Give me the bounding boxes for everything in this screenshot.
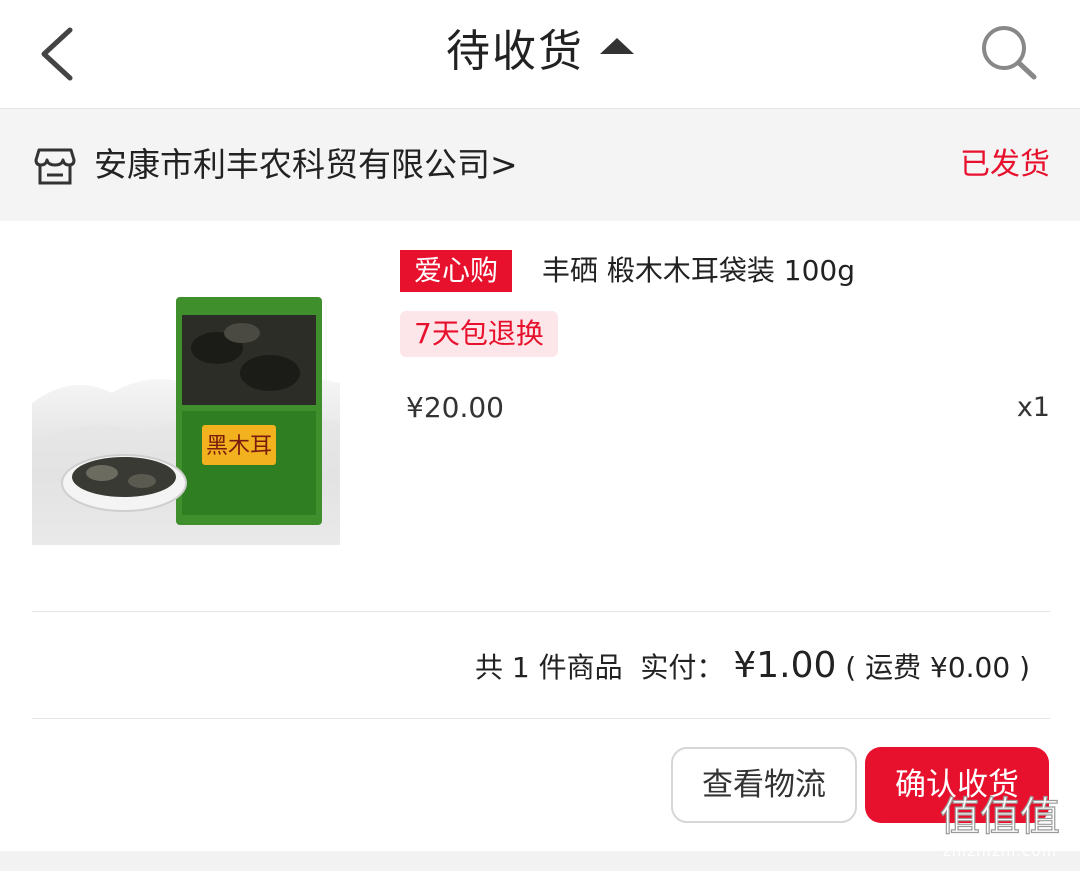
item-count-text: 共 1 件商品 bbox=[474, 651, 623, 684]
product-quantity: x1 bbox=[1016, 392, 1050, 423]
search-button[interactable] bbox=[972, 20, 1044, 84]
order-card: 黑木耳 爱心购 丰硒 椴木木耳袋装 100g 7天包退换 ¥20.00 x1 共… bbox=[0, 221, 1080, 851]
watermark-logo: 值值值 bbox=[939, 793, 1060, 840]
product-image-label: 黑木耳 bbox=[206, 434, 272, 459]
product-name[interactable]: 丰硒 椴木木耳袋装 100g bbox=[542, 250, 855, 292]
aixingou-tag: 爱心购 bbox=[400, 250, 513, 292]
shipping-fee-text: ( 运费 ¥0.00 ) bbox=[845, 651, 1030, 684]
shop-header: 安康市利丰农科贸有限公司> 已发货 bbox=[0, 109, 1080, 221]
order-summary: 共 1 件商品 实付： ¥1.00 ( 运费 ¥0.00 ) bbox=[475, 639, 1030, 695]
paid-amount: ¥1.00 bbox=[733, 645, 837, 686]
product-image[interactable]: 黑木耳 bbox=[32, 293, 340, 545]
divider bbox=[32, 611, 1050, 612]
view-logistics-button[interactable]: 查看物流 bbox=[671, 747, 857, 823]
divider bbox=[32, 718, 1050, 719]
paid-label: 实付： bbox=[640, 651, 725, 684]
search-icon bbox=[982, 26, 1037, 80]
page-title-dropdown[interactable]: 待收货 bbox=[0, 20, 1080, 84]
product-price: ¥20.00 bbox=[406, 391, 504, 424]
page-title: 待收货 bbox=[446, 26, 584, 77]
shop-name-link[interactable]: 安康市利丰农科贸有限公司> bbox=[94, 139, 518, 191]
watermark-url: zhizhizhi.com bbox=[942, 842, 1058, 860]
order-status-label: 已发货 bbox=[960, 147, 1050, 182]
top-nav-bar: 待收货 bbox=[0, 0, 1080, 109]
store-icon bbox=[34, 148, 76, 185]
return-policy-tag: 7天包退换 bbox=[400, 311, 558, 357]
svg-text:值值值: 值值值 bbox=[940, 794, 1060, 840]
caret-up-icon bbox=[600, 38, 634, 54]
